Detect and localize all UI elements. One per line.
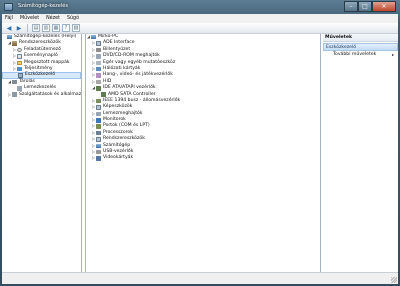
toolbar-separator <box>27 24 28 32</box>
log-icon <box>17 54 22 59</box>
tool-icon <box>12 41 17 46</box>
window-title: Számítógép-kezelés <box>18 3 68 9</box>
console-tree-item-szolgaltatasok-es-alkalmazasok[interactable]: ▷Szolgáltatások és alkalmazások <box>2 92 81 98</box>
maximize-button[interactable]: □ <box>358 1 372 12</box>
close-button[interactable]: ✕ <box>372 1 396 12</box>
device-tree-pane: ◢ Mirko-PC ▷ ADE Interface ▷ Billentyűzet ▷ DVD… <box>85 34 321 272</box>
hid-icon <box>96 79 101 85</box>
net-icon <box>96 66 101 72</box>
forward-arrow-icon[interactable]: ▶ <box>15 24 23 32</box>
more-actions-label: További műveletek <box>333 52 377 57</box>
actions-pane: Műveletek Eszközkezelő További műveletek… <box>323 34 398 272</box>
menu-action[interactable]: Művelet <box>20 16 39 21</box>
computer-management-window: Számítógép-kezelés – □ ✕ Fájl Művelet Né… <box>0 0 400 286</box>
console-tree-pane: Számítógép-kezelés (Helyi) ◢ Rendszereszkö… <box>2 34 82 272</box>
actions-section-device-manager[interactable]: Eszközkezelő <box>323 43 398 51</box>
console-content: Számítógép-kezelés (Helyi) ◢ Rendszereszkö… <box>2 34 398 272</box>
port-icon <box>96 124 101 129</box>
video-icon <box>96 156 101 161</box>
disk-icon <box>96 111 101 117</box>
computer-management-icon <box>4 3 13 11</box>
menu-view[interactable]: Nézet <box>46 16 60 21</box>
chip-icon <box>96 86 101 91</box>
perf-icon <box>17 66 22 72</box>
port-icon <box>96 98 101 104</box>
properties-icon[interactable]: ▦ <box>52 24 60 32</box>
minimize-button[interactable]: – <box>344 1 358 12</box>
svc-icon <box>12 92 17 97</box>
dev-icon <box>18 73 23 78</box>
tree-item-label: Videokártyák <box>103 155 134 161</box>
menu-help[interactable]: Súgó <box>67 16 79 21</box>
computer-icon <box>7 34 12 40</box>
cpu-icon <box>96 130 101 136</box>
menu-file[interactable]: Fájl <box>5 16 13 21</box>
title-bar[interactable]: Számítógép-kezelés – □ ✕ <box>0 0 400 14</box>
mouse-icon <box>96 60 101 65</box>
tree-item-label: Szolgáltatások és alkalmazások <box>19 91 82 97</box>
more-actions-item[interactable]: További műveletek ▸ <box>323 51 398 59</box>
device-node-videokartyak[interactable]: ▷ Videokártyák <box>86 155 320 161</box>
chip-icon <box>101 92 106 97</box>
back-arrow-icon[interactable]: ◀ <box>5 24 13 32</box>
caption-buttons: – □ ✕ <box>344 1 396 12</box>
generic-icon <box>96 137 101 142</box>
kbd-icon <box>96 47 101 53</box>
usb-icon <box>96 149 101 155</box>
console-view-icon[interactable]: ▧ <box>72 24 80 32</box>
toolbar: ◀ ▶ ▤ ▥ ▦ ? ▧ <box>2 23 398 34</box>
resize-grip-icon[interactable] <box>391 277 397 283</box>
folder-icon <box>17 60 22 65</box>
disk-icon <box>17 86 22 91</box>
help-icon[interactable]: ? <box>62 24 70 32</box>
show-hide-tree-icon[interactable]: ▥ <box>42 24 50 32</box>
computer-icon <box>96 143 101 149</box>
speaker-icon <box>96 73 101 78</box>
monitor-icon <box>96 118 101 123</box>
clock-icon <box>17 47 22 53</box>
status-bar <box>2 272 398 284</box>
computer-icon <box>91 34 96 40</box>
chevron-right-icon: ▸ <box>391 52 394 57</box>
generic-icon <box>96 41 101 46</box>
menu-bar: Fájl Művelet Nézet Súgó <box>2 14 398 23</box>
generic-icon <box>96 105 101 110</box>
actions-header: Műveletek <box>323 34 398 42</box>
disk-icon <box>96 54 101 59</box>
up-level-icon[interactable]: ▤ <box>32 24 40 32</box>
storage-icon <box>12 79 17 85</box>
